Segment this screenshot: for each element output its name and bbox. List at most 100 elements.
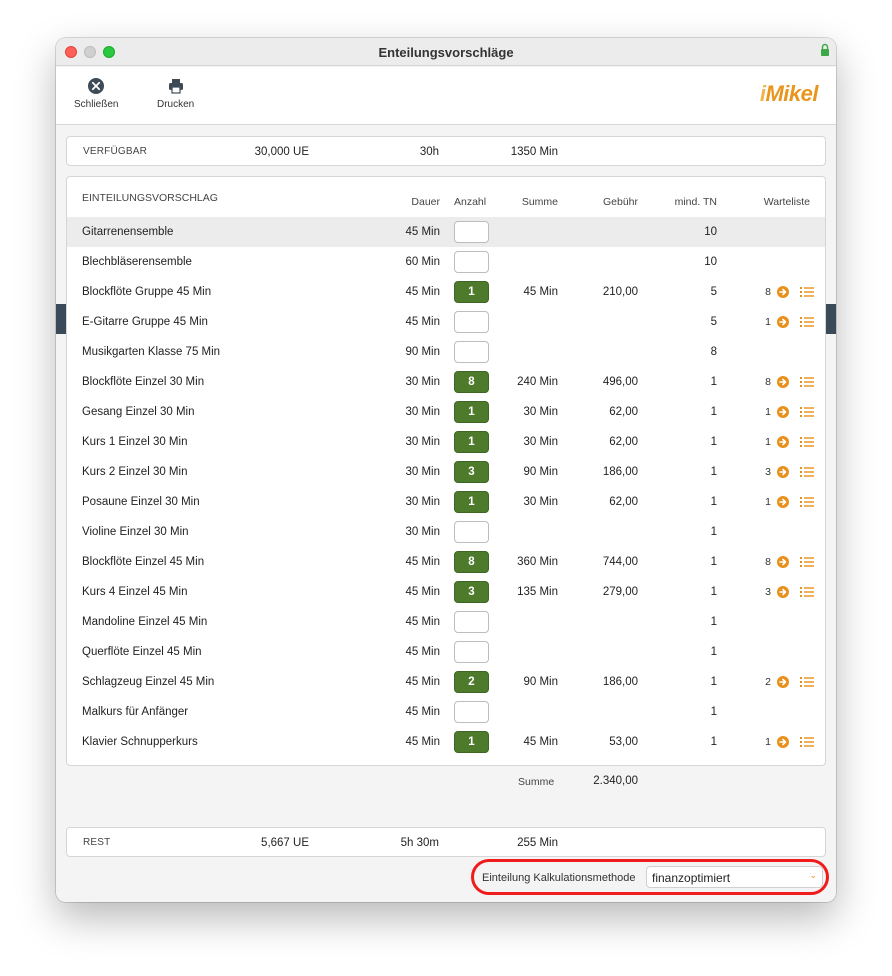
anzahl-input[interactable]: 8: [454, 371, 489, 393]
table-row[interactable]: Kurs 4 Einzel 45 Min 45 Min 3 135 Min 279,00…: [67, 577, 825, 607]
list-icon[interactable]: [800, 376, 814, 388]
anzahl-input[interactable]: 1: [454, 491, 489, 513]
list-icon[interactable]: [800, 586, 814, 598]
anzahl-input[interactable]: [454, 521, 489, 543]
list-icon[interactable]: [800, 466, 814, 478]
arrow-right-circle-icon[interactable]: [777, 316, 789, 328]
row-gebuehr: 62,00: [609, 436, 638, 448]
anzahl-input[interactable]: 2: [454, 671, 489, 693]
row-name: Kurs 1 Einzel 30 Min: [82, 436, 188, 448]
arrow-right-circle-icon[interactable]: [777, 466, 789, 478]
arrow-right-circle-icon[interactable]: [777, 436, 789, 448]
close-button[interactable]: Schließen: [74, 77, 118, 110]
row-gebuehr: 186,00: [602, 676, 638, 688]
anzahl-input[interactable]: 3: [454, 461, 489, 483]
table-row[interactable]: Gitarrenensemble 45 Min 10: [67, 217, 825, 247]
table-row[interactable]: Mandoline Einzel 45 Min 45 Min 1: [67, 607, 825, 637]
row-mind-tn: 1: [710, 706, 717, 718]
table-row[interactable]: Malkurs für Anfänger 45 Min 1: [67, 697, 825, 727]
table-row[interactable]: Querflöte Einzel 45 Min 45 Min 1: [67, 637, 825, 667]
warteliste-count: 8: [765, 376, 771, 388]
row-dauer: 45 Min: [405, 586, 440, 598]
list-icon[interactable]: [800, 286, 814, 298]
arrow-right-circle-icon[interactable]: [777, 406, 789, 418]
imikel-logo: iMikel: [759, 81, 819, 106]
table-row[interactable]: Blockflöte Gruppe 45 Min 45 Min 1 45 Min 210…: [67, 277, 825, 307]
verfuegbar-ue: 30,000 UE: [254, 146, 309, 158]
table-row[interactable]: Blockflöte Einzel 45 Min 45 Min 8 360 Min 74…: [67, 547, 825, 577]
warteliste-count: 1: [765, 736, 771, 748]
table-row[interactable]: Gesang Einzel 30 Min 30 Min 1 30 Min 62,00 1 1: [67, 397, 825, 427]
rest-label: REST: [83, 837, 111, 848]
row-name: Blockflöte Einzel 30 Min: [82, 376, 205, 388]
header-dauer: Dauer: [411, 196, 440, 208]
arrow-right-circle-icon[interactable]: [777, 736, 789, 748]
table-row[interactable]: Posaune Einzel 30 Min 30 Min 1 30 Min 62,00 1…: [67, 487, 825, 517]
row-dauer: 45 Min: [405, 286, 440, 298]
table-row[interactable]: E-Gitarre Gruppe 45 Min 45 Min 5 1: [67, 307, 825, 337]
row-name: Gesang Einzel 30 Min: [82, 406, 195, 418]
anzahl-input[interactable]: [454, 611, 489, 633]
arrow-right-circle-icon[interactable]: [777, 286, 789, 298]
arrow-right-circle-icon[interactable]: [777, 676, 789, 688]
anzahl-input[interactable]: [454, 701, 489, 723]
anzahl-input[interactable]: 3: [454, 581, 489, 603]
row-mind-tn: 5: [710, 316, 717, 328]
table-row[interactable]: Kurs 1 Einzel 30 Min 30 Min 1 30 Min 62,00 1 1: [67, 427, 825, 457]
selection-marker-right: [826, 304, 836, 334]
list-icon[interactable]: [800, 496, 814, 508]
table-row[interactable]: Kurs 2 Einzel 30 Min 30 Min 3 90 Min 186,00 1…: [67, 457, 825, 487]
row-dauer: 45 Min: [405, 316, 440, 328]
anzahl-input[interactable]: [454, 341, 489, 363]
arrow-right-circle-icon[interactable]: [777, 376, 789, 388]
anzahl-input[interactable]: 8: [454, 551, 489, 573]
table-row[interactable]: Musikgarten Klasse 75 Min 90 Min 8: [67, 337, 825, 367]
anzahl-input[interactable]: [454, 311, 489, 333]
calculation-method-select[interactable]: finanzoptimiert ⌄: [646, 866, 823, 888]
row-mind-tn: 1: [710, 436, 717, 448]
arrow-right-circle-icon[interactable]: [777, 496, 789, 508]
list-icon[interactable]: [800, 436, 814, 448]
table-row[interactable]: Blechbläserensemble 60 Min 10: [67, 247, 825, 277]
list-icon[interactable]: [800, 316, 814, 328]
anzahl-input[interactable]: 1: [454, 431, 489, 453]
rest-hours: 5h 30m: [400, 837, 439, 849]
header-mind-tn: mind. TN: [674, 196, 717, 208]
row-dauer: 30 Min: [405, 376, 440, 388]
calculation-label: Einteilung Kalkulationsmethode: [482, 872, 636, 884]
table-row[interactable]: Schlagzeug Einzel 45 Min 45 Min 2 90 Min 186…: [67, 667, 825, 697]
print-button[interactable]: Drucken: [157, 77, 194, 110]
row-mind-tn: 1: [710, 406, 717, 418]
list-icon[interactable]: [800, 556, 814, 568]
list-icon[interactable]: [800, 406, 814, 418]
anzahl-input[interactable]: 1: [454, 281, 489, 303]
row-dauer: 45 Min: [405, 676, 440, 688]
calculation-selected-value: finanzoptimiert: [652, 871, 731, 885]
list-icon[interactable]: [800, 736, 814, 748]
table-row[interactable]: Violine Einzel 30 Min 30 Min 1: [67, 517, 825, 547]
table-title: EINTEILUNGSVORSCHLAG: [82, 192, 218, 204]
row-name: Violine Einzel 30 Min: [82, 526, 189, 538]
row-dauer: 45 Min: [405, 646, 440, 658]
anzahl-input[interactable]: [454, 251, 489, 273]
row-name: Posaune Einzel 30 Min: [82, 496, 200, 508]
table-row[interactable]: Blockflöte Einzel 30 Min 30 Min 8 240 Min 49…: [67, 367, 825, 397]
row-mind-tn: 1: [710, 736, 717, 748]
row-gebuehr: 186,00: [602, 466, 638, 478]
arrow-right-circle-icon[interactable]: [777, 556, 789, 568]
table-row[interactable]: Klavier Schnupperkurs 45 Min 1 45 Min 53,00 1…: [67, 727, 825, 757]
row-dauer: 30 Min: [405, 406, 440, 418]
row-gebuehr: 744,00: [602, 556, 638, 568]
anzahl-input[interactable]: [454, 641, 489, 663]
print-button-label: Drucken: [157, 99, 195, 110]
row-dauer: 45 Min: [405, 556, 440, 568]
warteliste-count: 8: [765, 286, 771, 298]
row-dauer: 30 Min: [405, 496, 440, 508]
anzahl-input[interactable]: 1: [454, 731, 489, 753]
anzahl-input[interactable]: 1: [454, 401, 489, 423]
row-summe: 360 Min: [517, 556, 558, 568]
anzahl-input[interactable]: [454, 221, 489, 243]
arrow-right-circle-icon[interactable]: [777, 586, 789, 598]
calculation-highlight: Einteilung Kalkulationsmethode finanzopt…: [471, 859, 829, 895]
list-icon[interactable]: [800, 676, 814, 688]
